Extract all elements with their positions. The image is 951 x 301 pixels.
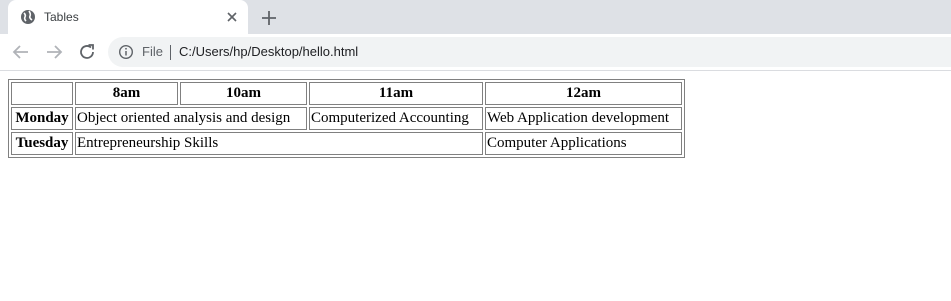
header-10am: 10am [180,82,307,105]
header-11am: 11am [309,82,483,105]
header-corner [11,82,73,105]
plus-icon[interactable] [258,7,280,29]
browser-toolbar: File C:/Users/hp/Desktop/hello.html [0,34,951,71]
table-cell: Entrepreneurship Skills [75,132,483,155]
scheme-label: File [142,44,163,59]
globe-icon [21,10,35,24]
tab-title: Tables [44,10,79,24]
table-cell: Object oriented analysis and design [75,107,307,130]
page-content: 8am 10am 11am 12am Monday Object oriente… [0,71,951,166]
table-cell: Computerized Accounting [309,107,483,130]
row-header-tuesday: Tuesday [11,132,73,155]
header-12am: 12am [485,82,682,105]
address-bar[interactable]: File C:/Users/hp/Desktop/hello.html [108,37,951,67]
table-cell: Computer Applications [485,132,682,155]
browser-tab[interactable]: Tables [8,0,248,34]
table-row: Tuesday Entrepreneurship Skills Computer… [11,132,682,155]
header-8am: 8am [75,82,178,105]
address-url[interactable]: C:/Users/hp/Desktop/hello.html [179,44,358,60]
timetable: 8am 10am 11am 12am Monday Object oriente… [8,79,685,158]
reload-icon[interactable] [75,40,99,64]
table-cell: Web Application development [485,107,682,130]
table-row: Monday Object oriented analysis and desi… [11,107,682,130]
header-row: 8am 10am 11am 12am [11,82,682,105]
back-arrow-icon[interactable] [9,40,33,64]
forward-arrow-icon[interactable] [42,40,66,64]
info-icon[interactable] [118,44,134,60]
browser-tab-strip: Tables [0,0,951,34]
row-header-monday: Monday [11,107,73,130]
close-icon[interactable] [224,9,240,25]
address-divider [170,45,171,60]
